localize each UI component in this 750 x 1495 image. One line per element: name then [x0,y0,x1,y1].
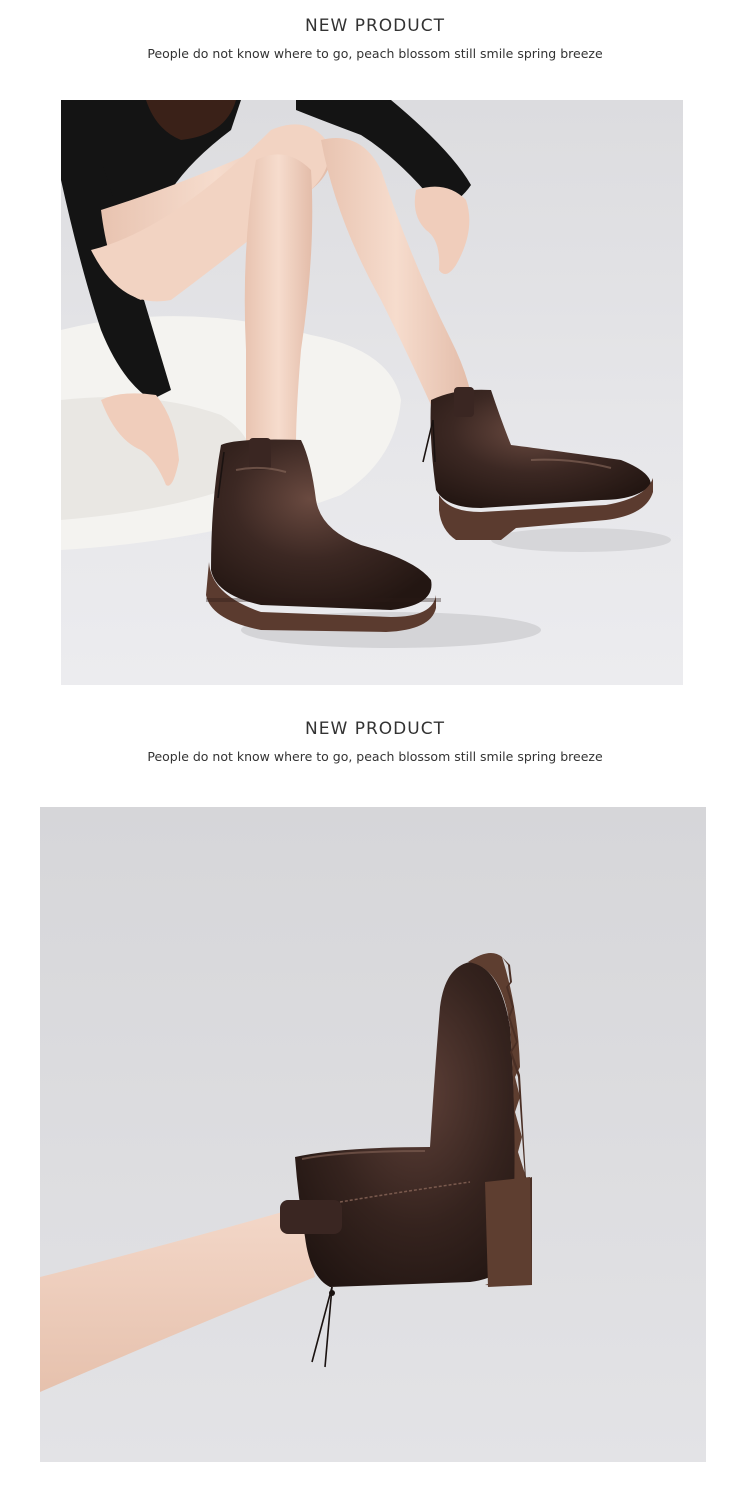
section-2-subtitle: People do not know where to go, peach bl… [147,749,603,764]
product-photo-boot-closeup [40,807,706,1462]
product-photo-seated-model [61,100,683,685]
section-2-title: NEW PRODUCT [305,719,445,739]
section-1-subtitle: People do not know where to go, peach bl… [147,46,603,61]
section-1-title: NEW PRODUCT [305,16,445,36]
